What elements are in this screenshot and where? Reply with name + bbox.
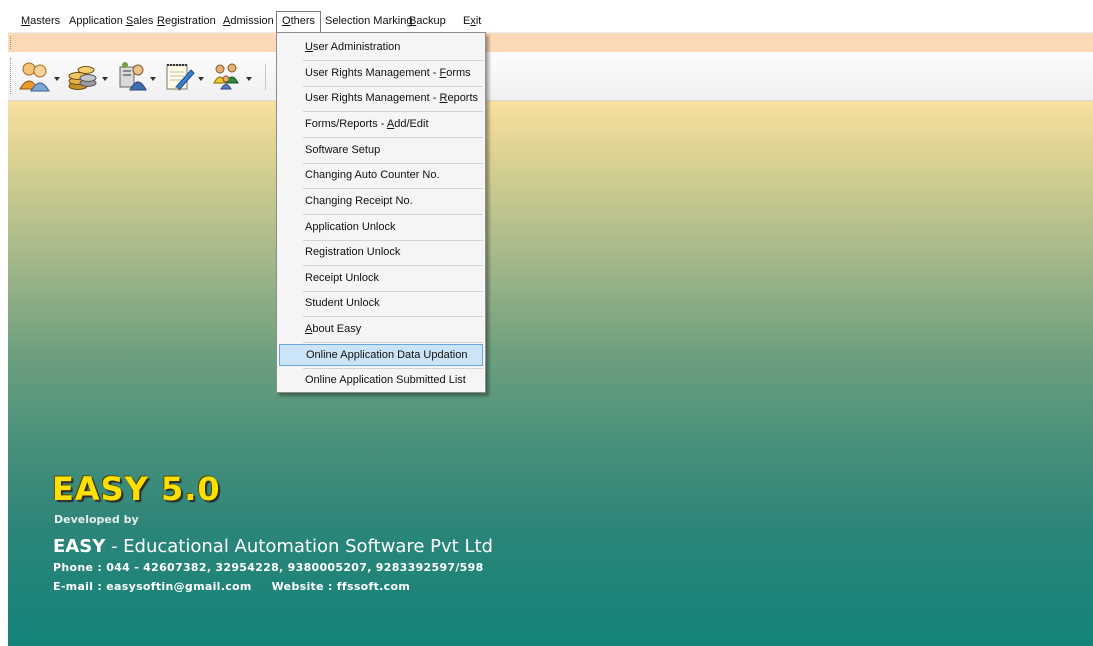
menu-registration[interactable]: Registration	[152, 11, 221, 31]
toolbar	[8, 52, 1093, 101]
menu-others[interactable]: Others	[276, 11, 322, 32]
menu-bar: Masters Application Sales Registration A…	[8, 11, 1093, 33]
menu-item-registration-unlock[interactable]: Registration Unlock	[279, 240, 483, 264]
email-info: E-mail : easysoftin@gmail.com	[53, 580, 252, 593]
grip-handle[interactable]	[10, 36, 13, 49]
menu-item-software-setup[interactable]: Software Setup	[279, 138, 483, 162]
menu-item-changing-auto-counter[interactable]: Changing Auto Counter No.	[279, 163, 483, 187]
users-group-icon[interactable]	[18, 59, 62, 93]
toolbar-grip[interactable]	[10, 58, 13, 94]
menu-item-online-application-submitted-list[interactable]: Online Application Submitted List	[279, 368, 483, 392]
menu-item-user-rights-reports[interactable]: User Rights Management - Reports	[279, 86, 483, 110]
menu-selection-marking[interactable]: Selection Marking	[320, 11, 417, 31]
menu-item-changing-receipt-no[interactable]: Changing Receipt No.	[279, 189, 483, 213]
menu-item-forms-reports-add-edit[interactable]: Forms/Reports - Add/Edit	[279, 112, 483, 136]
brand-title: EASY 5.0	[52, 470, 221, 508]
peach-strip	[8, 33, 1093, 52]
people-clipboard-icon[interactable]	[114, 59, 158, 93]
toolbar-separator	[265, 64, 266, 90]
menu-separator	[303, 342, 483, 343]
company-name: EASY - Educational Automation Software P…	[53, 536, 493, 557]
menu-item-user-administration[interactable]: User Administration	[279, 35, 483, 59]
menu-item-online-application-data-updation[interactable]: Online Application Data Updation	[279, 344, 483, 366]
family-icon[interactable]	[210, 59, 254, 93]
menu-item-user-rights-forms[interactable]: User Rights Management - Forms	[279, 61, 483, 85]
developed-by-label: Developed by	[54, 513, 139, 526]
phone-info: Phone : 044 - 42607382, 32954228, 938000…	[53, 561, 484, 574]
coins-icon[interactable]	[66, 59, 110, 93]
menu-admission[interactable]: Admission	[218, 11, 279, 31]
notepad-pencil-icon[interactable]	[162, 59, 206, 93]
menu-backup[interactable]: Backup	[404, 11, 451, 31]
menu-item-receipt-unlock[interactable]: Receipt Unlock	[279, 266, 483, 290]
contact-info: E-mail : easysoftin@gmail.com Website : f…	[53, 580, 410, 593]
menu-masters[interactable]: Masters	[16, 11, 65, 31]
menu-item-student-unlock[interactable]: Student Unlock	[279, 291, 483, 315]
website-info: Website : ffssoft.com	[271, 580, 411, 593]
menu-application-sales[interactable]: Application Sales	[64, 11, 158, 31]
menu-item-about-easy[interactable]: About Easy	[279, 317, 483, 341]
menu-exit[interactable]: Exit	[458, 11, 486, 31]
others-dropdown-menu: User Administration User Rights Manageme…	[276, 32, 486, 393]
menu-item-application-unlock[interactable]: Application Unlock	[279, 215, 483, 239]
